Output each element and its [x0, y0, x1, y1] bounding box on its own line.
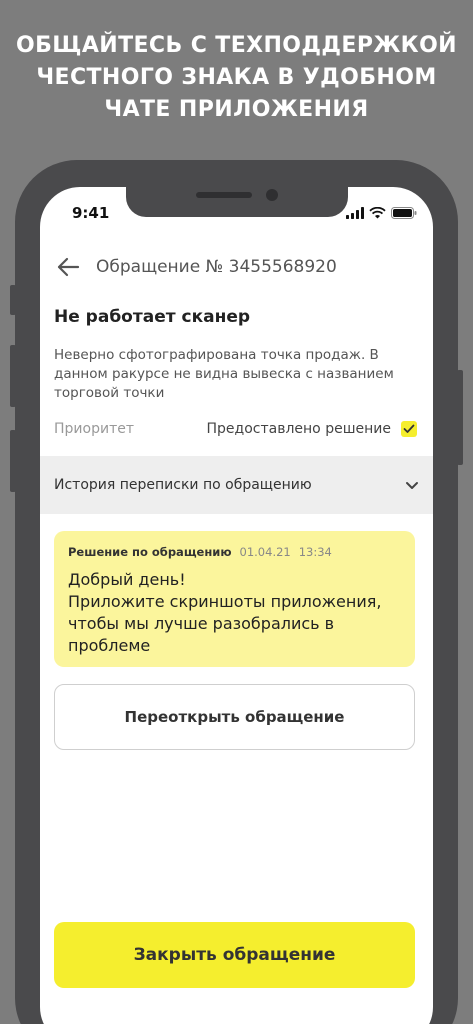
- signal-icon: [346, 207, 364, 219]
- arrow-left-icon: [57, 257, 80, 277]
- status-group: Предоставлено решение: [207, 421, 417, 437]
- reopen-button[interactable]: Переоткрыть обращение: [54, 684, 415, 750]
- status-icons: [346, 207, 417, 219]
- promo-line-2: ЧЕСТНОГО ЗНАКА В УДОБНОМ: [36, 65, 437, 90]
- phone-side-button-mute: [10, 285, 16, 315]
- status-label: Предоставлено решение: [206, 421, 391, 437]
- phone-side-button-power: [457, 370, 463, 465]
- checkmark-icon: [403, 424, 415, 433]
- speaker-grille: [196, 192, 252, 198]
- front-camera: [266, 189, 278, 201]
- message-text: Приложите скриншоты приложения, чтобы мы…: [68, 592, 382, 655]
- message-bubble: Решение по обращению 01.04.21 13:34 Добр…: [54, 531, 415, 667]
- chevron-down-icon: [406, 481, 418, 489]
- message-body: Добрый день! Приложите скриншоты приложе…: [68, 569, 401, 657]
- message-author: Решение по обращению: [68, 545, 232, 559]
- battery-icon: [391, 207, 417, 219]
- app-header: Обращение № 3455568920: [54, 255, 337, 279]
- wifi-icon: [369, 207, 386, 219]
- promo-line-3: ЧАТЕ ПРИЛОЖЕНИЯ: [104, 97, 369, 122]
- page-title: Обращение № 3455568920: [96, 257, 337, 277]
- message-time: 13:34: [298, 545, 332, 559]
- priority-label: Приоритет: [54, 421, 134, 437]
- back-button[interactable]: [54, 255, 82, 279]
- history-label: История переписки по обращению: [54, 477, 312, 493]
- issue-title: Не работает сканер: [54, 307, 251, 327]
- phone-side-button-volume-down: [10, 430, 16, 492]
- message-date: 01.04.21: [239, 545, 291, 559]
- close-request-button[interactable]: Закрыть обращение: [54, 922, 415, 988]
- history-accordion[interactable]: История переписки по обращению: [40, 456, 433, 514]
- message-header: Решение по обращению 01.04.21 13:34: [68, 545, 401, 559]
- promo-headline: ОБЩАЙТЕСЬ С ТЕХПОДДЕРЖКОЙ ЧЕСТНОГО ЗНАКА…: [0, 30, 473, 126]
- status-time: 9:41: [72, 204, 110, 222]
- message-greeting: Добрый день!: [68, 570, 186, 589]
- issue-meta-row: Приоритет Предоставлено решение: [54, 421, 417, 437]
- status-checkbox[interactable]: [401, 421, 417, 437]
- phone-notch: [126, 187, 348, 217]
- app-screen: 9:41 Обращение № 3455568920 Не работает …: [40, 187, 433, 1024]
- issue-description: Неверно сфотографирована точка продаж. В…: [54, 347, 394, 401]
- phone-side-button-volume-up: [10, 345, 16, 407]
- promo-line-1: ОБЩАЙТЕСЬ С ТЕХПОДДЕРЖКОЙ: [16, 33, 457, 58]
